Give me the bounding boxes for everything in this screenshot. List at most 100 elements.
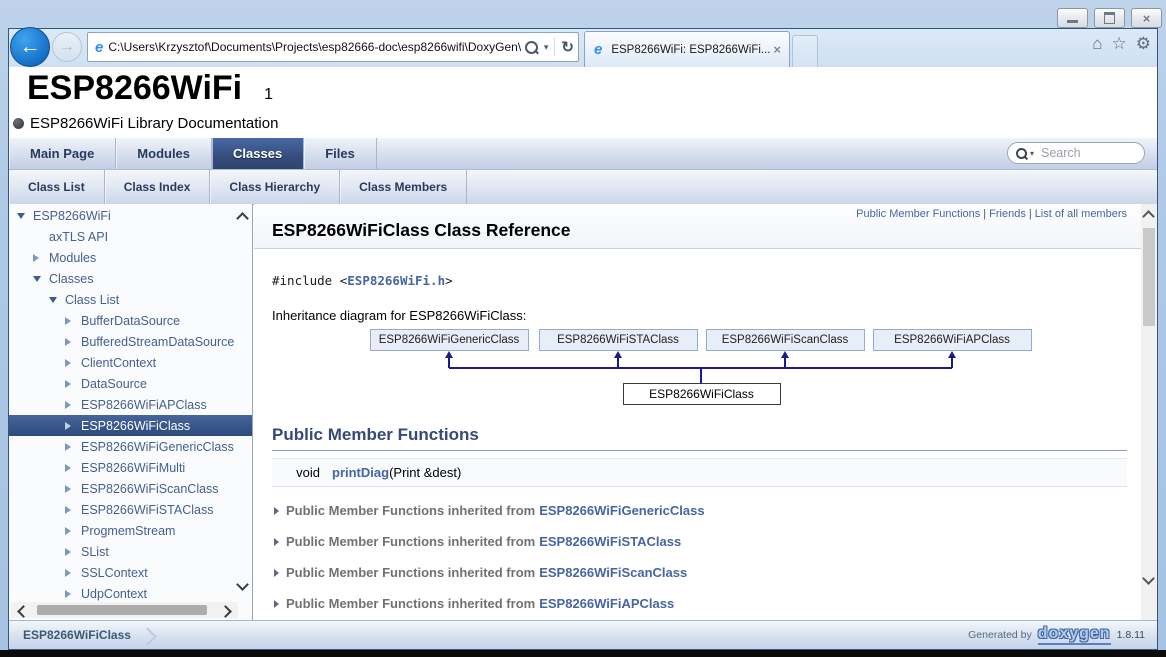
- tree-collapsed-icon[interactable]: [65, 380, 77, 388]
- url-text[interactable]: C:\Users\Krzysztof\Documents\Projects\es…: [108, 40, 521, 54]
- horizontal-scroll-thumb[interactable]: [37, 605, 207, 615]
- tree-item-label: Class List: [65, 293, 119, 307]
- tab-files[interactable]: Files: [304, 138, 377, 169]
- doxygen-logo[interactable]: doxygen: [1038, 626, 1111, 645]
- tree-item-esp8266wifi[interactable]: ESP8266WiFi: [9, 205, 252, 226]
- tree-item-label: DataSource: [81, 377, 147, 391]
- diagram-parent-esp8266wifiapclass[interactable]: ESP8266WiFiAPClass: [873, 329, 1032, 351]
- summary-link-public-member-functions[interactable]: Public Member Functions: [856, 208, 980, 220]
- diagram-child-esp8266wificlass[interactable]: ESP8266WiFiClass: [623, 383, 781, 405]
- search-icon[interactable]: [525, 41, 538, 54]
- tree-item-progmemstream[interactable]: ProgmemStream: [9, 520, 252, 541]
- inherited-section-esp8266wifigenericclass[interactable]: Public Member Functions inherited from E…: [272, 495, 1127, 526]
- member-name-link[interactable]: printDiag: [332, 465, 389, 480]
- settings-gear-icon[interactable]: ⚙: [1136, 35, 1151, 52]
- tree-collapsed-icon[interactable]: [65, 569, 77, 577]
- tree-collapsed-icon[interactable]: [65, 590, 77, 598]
- tree-item-datasource[interactable]: DataSource: [9, 373, 252, 394]
- diagram-parent-esp8266wifigenericclass[interactable]: ESP8266WiFiGenericClass: [370, 329, 529, 351]
- tree-item-bufferedstreamdatasource[interactable]: BufferedStreamDataSource: [9, 331, 252, 352]
- refresh-icon[interactable]: ↻: [561, 38, 574, 56]
- tree-item-udpcontext[interactable]: UdpContext: [9, 583, 252, 604]
- tree-collapsed-icon[interactable]: [65, 527, 77, 535]
- tree-item-sslcontext[interactable]: SSLContext: [9, 562, 252, 583]
- inherited-class-link[interactable]: ESP8266WiFiAPClass: [539, 596, 674, 611]
- tree-collapsed-icon[interactable]: [65, 359, 77, 367]
- scroll-right-icon[interactable]: [219, 605, 232, 618]
- browser-tab[interactable]: e ESP8266WiFi: ESP8266WiFi... ×: [584, 31, 790, 67]
- nav-tree: ESP8266WiFiaxTLS APIModulesClasses Class …: [9, 205, 252, 604]
- content-body: #include <ESP8266WiFi.h> Inheritance dia…: [254, 273, 1141, 621]
- address-bar[interactable]: e C:\Users\Krzysztof\Documents\Projects\…: [87, 32, 579, 62]
- tree-item-modules[interactable]: Modules: [9, 247, 252, 268]
- inherited-section-esp8266wifiapclass[interactable]: Public Member Functions inherited from E…: [272, 588, 1127, 619]
- summary-link-list-of-all-members[interactable]: List of all members: [1035, 208, 1127, 220]
- content-scroll-thumb[interactable]: [1143, 228, 1155, 326]
- body-zone: ESP8266WiFiaxTLS APIModulesClasses Class …: [9, 204, 1157, 621]
- include-file-link[interactable]: ESP8266WiFi.h: [347, 273, 445, 288]
- scroll-left-icon[interactable]: [17, 605, 30, 618]
- tree-item-bufferdatasource[interactable]: BufferDataSource: [9, 310, 252, 331]
- tree-item-esp8266wifigenericclass[interactable]: ESP8266WiFiGenericClass: [9, 436, 252, 457]
- tree-item-class-list[interactable]: Class List: [9, 289, 252, 310]
- summary-links: Public Member Functions|Friends|List of …: [856, 208, 1127, 220]
- tree-collapsed-icon[interactable]: [65, 485, 77, 493]
- search-box[interactable]: ▾: [1007, 142, 1145, 164]
- tree-collapsed-icon[interactable]: [65, 317, 77, 325]
- tree-collapsed-icon[interactable]: [33, 254, 45, 262]
- tree-expanded-icon[interactable]: [33, 276, 45, 282]
- tree-expanded-icon[interactable]: [49, 297, 61, 303]
- subtab-class-hierarchy[interactable]: Class Hierarchy: [210, 170, 340, 204]
- tree-collapsed-icon[interactable]: [65, 506, 77, 514]
- tree-item-esp8266wifiapclass[interactable]: ESP8266WiFiAPClass: [9, 394, 252, 415]
- tree-collapsed-icon[interactable]: [65, 443, 77, 451]
- tree-item-classes[interactable]: Classes: [9, 268, 252, 289]
- restore-button[interactable]: [1094, 8, 1125, 28]
- favorites-star-icon[interactable]: ☆: [1112, 35, 1127, 52]
- tab-close-icon[interactable]: ×: [771, 42, 783, 57]
- search-caret-icon[interactable]: ▾: [1030, 149, 1034, 158]
- close-button[interactable]: ×: [1131, 8, 1162, 28]
- subtab-class-index[interactable]: Class Index: [105, 170, 211, 204]
- subtab-class-list[interactable]: Class List: [9, 170, 105, 204]
- inheritance-diagram: ESP8266WiFiGenericClass ESP8266WiFiSTACla…: [370, 329, 1030, 407]
- diagram-parent-esp8266wifistaclass[interactable]: ESP8266WiFiSTAClass: [539, 329, 698, 351]
- tree-expanded-icon[interactable]: [17, 213, 29, 219]
- tree-item-esp8266wificlass[interactable]: ESP8266WiFiClass: [9, 415, 252, 436]
- inherited-class-link[interactable]: ESP8266WiFiGenericClass: [539, 503, 704, 518]
- back-button[interactable]: ←: [10, 27, 50, 67]
- summary-link-friends[interactable]: Friends: [989, 208, 1026, 220]
- inherited-class-link[interactable]: ESP8266WiFiScanClass: [539, 565, 687, 580]
- tree-collapsed-icon[interactable]: [65, 548, 77, 556]
- tree-item-esp8266wifistaclass[interactable]: ESP8266WiFiSTAClass: [9, 499, 252, 520]
- forward-button[interactable]: →: [52, 32, 82, 62]
- search-input[interactable]: [1039, 145, 1136, 161]
- minimize-button[interactable]: [1057, 8, 1088, 28]
- inherited-section-esp8266wifistaclass[interactable]: Public Member Functions inherited from E…: [272, 526, 1127, 557]
- tree-collapsed-icon[interactable]: [65, 338, 77, 346]
- tab-modules[interactable]: Modules: [116, 138, 212, 169]
- sidebar-horizontal-scrollbar[interactable]: [11, 602, 238, 618]
- subtab-class-members[interactable]: Class Members: [340, 170, 467, 204]
- tree-collapsed-icon[interactable]: [65, 422, 77, 430]
- tree-item-axtls-api[interactable]: axTLS API: [9, 226, 252, 247]
- tab-main-page[interactable]: Main Page: [9, 138, 116, 169]
- inherited-section-esp8266wifiscanclass[interactable]: Public Member Functions inherited from E…: [272, 557, 1127, 588]
- diagram-parent-esp8266wifiscanclass[interactable]: ESP8266WiFiScanClass: [706, 329, 865, 351]
- content-scroll-down-icon[interactable]: [1142, 572, 1155, 585]
- tree-item-clientcontext[interactable]: ClientContext: [9, 352, 252, 373]
- tab-classes[interactable]: Classes: [212, 138, 304, 169]
- tree-collapsed-icon[interactable]: [65, 464, 77, 472]
- tree-item-esp8266wifiscanclass[interactable]: ESP8266WiFiScanClass: [9, 478, 252, 499]
- chevron-down-icon[interactable]: ▾: [544, 42, 549, 53]
- content-scroll-up-icon[interactable]: [1142, 210, 1155, 223]
- tree-item-esp8266wifimulti[interactable]: ESP8266WiFiMulti: [9, 457, 252, 478]
- inherited-class-link[interactable]: ESP8266WiFiSTAClass: [539, 534, 681, 549]
- tree-collapsed-icon[interactable]: [65, 401, 77, 409]
- home-icon[interactable]: ⌂: [1092, 35, 1102, 52]
- new-tab-button[interactable]: [792, 35, 818, 68]
- browser-chrome: ← → e C:\Users\Krzysztof\Documents\Proje…: [9, 29, 1157, 67]
- content-scrollbar[interactable]: [1141, 204, 1157, 621]
- breadcrumb[interactable]: ESP8266WiFiClass: [9, 628, 131, 642]
- tree-item-slist[interactable]: SList: [9, 541, 252, 562]
